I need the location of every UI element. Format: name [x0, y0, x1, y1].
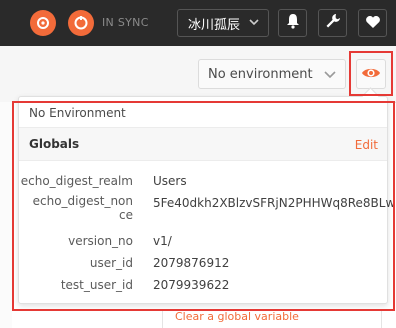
user-name: 冰川孤辰 [188, 17, 241, 33]
top-bar: IN SYNC 冰川孤辰 [0, 0, 396, 46]
highlight-box [349, 51, 393, 96]
sync-status: IN SYNC [102, 16, 149, 29]
chevron-down-icon [248, 16, 260, 32]
favorites-button[interactable] [358, 9, 387, 37]
wrench-icon [325, 13, 341, 33]
target-icon[interactable] [30, 10, 56, 36]
sync-icon[interactable] [68, 10, 94, 36]
environment-select[interactable]: No environment [198, 59, 346, 89]
clear-global-link[interactable]: Clear a global variable [175, 310, 299, 323]
heart-icon [365, 14, 381, 33]
background-sidebar [0, 102, 12, 328]
highlight-box [12, 101, 395, 311]
notifications-button[interactable] [278, 9, 307, 37]
user-menu-button[interactable]: 冰川孤辰 [177, 9, 269, 37]
environment-selected: No environment [208, 66, 313, 82]
chevron-down-icon [323, 67, 337, 85]
bell-icon [286, 13, 300, 33]
settings-button[interactable] [318, 9, 347, 37]
